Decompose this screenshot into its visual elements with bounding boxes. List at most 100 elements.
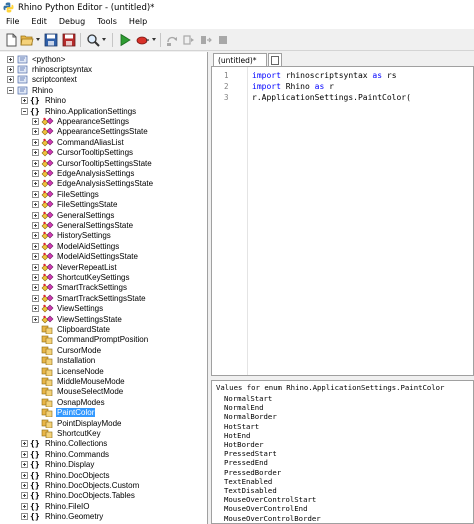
- tree-row[interactable]: CursorTooltipSettingsState: [32, 158, 153, 168]
- tree-row[interactable]: MouseSelectMode: [32, 387, 124, 397]
- expand-icon[interactable]: [32, 118, 39, 126]
- tree-row[interactable]: OsnapModes: [32, 397, 106, 407]
- expand-icon[interactable]: [32, 284, 39, 292]
- step-into-icon[interactable]: [165, 33, 179, 47]
- tree-row[interactable]: CommandPromptPosition: [32, 335, 149, 345]
- tree-row[interactable]: GeneralSettings: [32, 210, 115, 220]
- stop-icon[interactable]: [216, 33, 230, 47]
- expand-icon[interactable]: [32, 211, 39, 219]
- enum-value-item[interactable]: TextDisabled: [224, 486, 277, 495]
- tree-row[interactable]: {} Rhino.DocObjects.Custom: [21, 480, 140, 490]
- tree-row[interactable]: scriptcontext: [7, 75, 78, 85]
- enum-value-item[interactable]: HotStart: [224, 422, 259, 431]
- enum-value-item[interactable]: PressedStart: [224, 449, 277, 458]
- enum-value-item[interactable]: MouseOverControlEnd: [224, 504, 307, 513]
- tree-row[interactable]: {} Rhino.DocObjects.Tables: [21, 491, 136, 501]
- tree-row[interactable]: FileSettings: [32, 189, 100, 199]
- tree-row[interactable]: GeneralSettingsState: [32, 220, 134, 230]
- expand-icon[interactable]: [32, 232, 39, 240]
- open-dropdown-arrow[interactable]: [36, 38, 40, 41]
- debug-icon[interactable]: [136, 33, 150, 47]
- new-file-icon[interactable]: [4, 33, 18, 47]
- menu-tools[interactable]: Tools: [91, 15, 123, 29]
- expand-icon[interactable]: [7, 66, 14, 74]
- tree-row[interactable]: CursorMode: [32, 345, 102, 355]
- tree-row[interactable]: ClipboardState: [32, 324, 111, 335]
- expand-icon[interactable]: [32, 170, 39, 178]
- tree-row[interactable]: <python>: [7, 54, 66, 64]
- expand-icon[interactable]: [21, 471, 28, 479]
- tree-row[interactable]: LicenseNode: [32, 366, 105, 376]
- expand-icon[interactable]: [21, 502, 28, 510]
- expand-icon[interactable]: [21, 440, 28, 448]
- expand-icon[interactable]: [21, 450, 28, 458]
- object-browser-tree[interactable]: <python> rhinoscriptsyntax scriptcontext Rh…: [0, 52, 208, 524]
- tree-row[interactable]: ShortcutKey: [32, 428, 102, 439]
- open-folder-icon[interactable]: [20, 33, 34, 47]
- collapse-icon[interactable]: [21, 107, 28, 115]
- expand-icon[interactable]: [32, 201, 39, 209]
- enum-value-item[interactable]: NormalStart: [224, 394, 272, 403]
- expand-icon[interactable]: [32, 294, 39, 302]
- expand-icon[interactable]: [32, 315, 39, 323]
- tree-row[interactable]: {} Rhino.ApplicationSettings: [21, 106, 137, 116]
- menu-file[interactable]: File: [0, 15, 25, 29]
- expand-icon[interactable]: [21, 492, 28, 500]
- save-icon[interactable]: [44, 33, 58, 47]
- find-icon[interactable]: [86, 33, 100, 47]
- tab-new[interactable]: [268, 53, 282, 66]
- tree-row[interactable]: EdgeAnalysisSettingsState: [32, 179, 154, 189]
- tree-row[interactable]: SmartTrackSettings: [32, 283, 128, 293]
- expand-icon[interactable]: [32, 222, 39, 230]
- tree-row[interactable]: {} Rhino.Collections: [21, 439, 108, 449]
- output-panel[interactable]: Values for enum Rhino.ApplicationSetting…: [211, 380, 474, 524]
- expand-icon[interactable]: [32, 263, 39, 271]
- menu-debug[interactable]: Debug: [53, 15, 91, 29]
- expand-icon[interactable]: [21, 461, 28, 469]
- expand-icon[interactable]: [7, 55, 14, 63]
- tree-row[interactable]: {} Rhino.FileIO: [21, 501, 90, 511]
- menu-edit[interactable]: Edit: [25, 15, 53, 29]
- code-editor[interactable]: 1 2 3 import rhinoscriptsyntax as rs impo…: [211, 66, 474, 376]
- tree-row[interactable]: Rhino: [7, 85, 54, 95]
- expand-icon[interactable]: [32, 128, 39, 136]
- menu-help[interactable]: Help: [123, 15, 153, 29]
- debug-dropdown-arrow[interactable]: [152, 38, 156, 41]
- enum-value-item[interactable]: NormalBorder: [224, 412, 277, 421]
- expand-icon[interactable]: [21, 97, 28, 105]
- enum-value-item[interactable]: PressedEnd: [224, 458, 268, 467]
- expand-icon[interactable]: [32, 242, 39, 250]
- expand-icon[interactable]: [7, 76, 14, 84]
- tree-row[interactable]: PointDisplayMode: [32, 418, 122, 428]
- run-icon[interactable]: [118, 33, 132, 47]
- tree-row[interactable]: ModelAidSettingsState: [32, 252, 139, 262]
- save-as-icon[interactable]: [62, 33, 76, 47]
- tree-row[interactable]: ShortcutKeySettings: [32, 272, 130, 282]
- tree-row[interactable]: CommandAliasList: [32, 137, 125, 147]
- tree-row[interactable]: ViewSettingsState: [32, 314, 123, 324]
- expand-icon[interactable]: [32, 159, 39, 167]
- enum-value-item[interactable]: HotEnd: [224, 431, 250, 440]
- tree-row[interactable]: {} Rhino.Display: [21, 460, 95, 470]
- tree-row[interactable]: AppearanceSettings: [32, 116, 130, 126]
- tree-row[interactable]: {} Rhino: [21, 96, 67, 106]
- expand-icon[interactable]: [32, 274, 39, 282]
- enum-value-item[interactable]: HotBorder: [224, 440, 264, 449]
- expand-icon[interactable]: [32, 253, 39, 261]
- enum-value-item[interactable]: TextEnabled: [224, 477, 272, 486]
- tree-row[interactable]: {} Rhino.DocObjects: [21, 470, 110, 480]
- tree-row[interactable]: NeverRepeatList: [32, 262, 118, 272]
- step-over-icon[interactable]: [182, 33, 196, 47]
- expand-icon[interactable]: [32, 138, 39, 146]
- enum-value-item[interactable]: MouseOverControlStart: [224, 495, 316, 504]
- tree-row[interactable]: ViewSettings: [32, 304, 104, 314]
- step-out-icon[interactable]: [199, 33, 213, 47]
- tree-row[interactable]: rhinoscriptsyntax: [7, 64, 93, 74]
- tree-row[interactable]: {} Rhino.Geometry: [21, 512, 104, 522]
- tree-row[interactable]: HistorySettings: [32, 231, 112, 241]
- enum-value-item[interactable]: MouseOverControlBorder: [224, 514, 321, 523]
- tree-row[interactable]: SmartTrackSettingsState: [32, 293, 147, 303]
- expand-icon[interactable]: [32, 180, 39, 188]
- tree-row[interactable]: {} Rhino.Commands: [21, 449, 110, 459]
- enum-value-item[interactable]: NormalEnd: [224, 403, 264, 412]
